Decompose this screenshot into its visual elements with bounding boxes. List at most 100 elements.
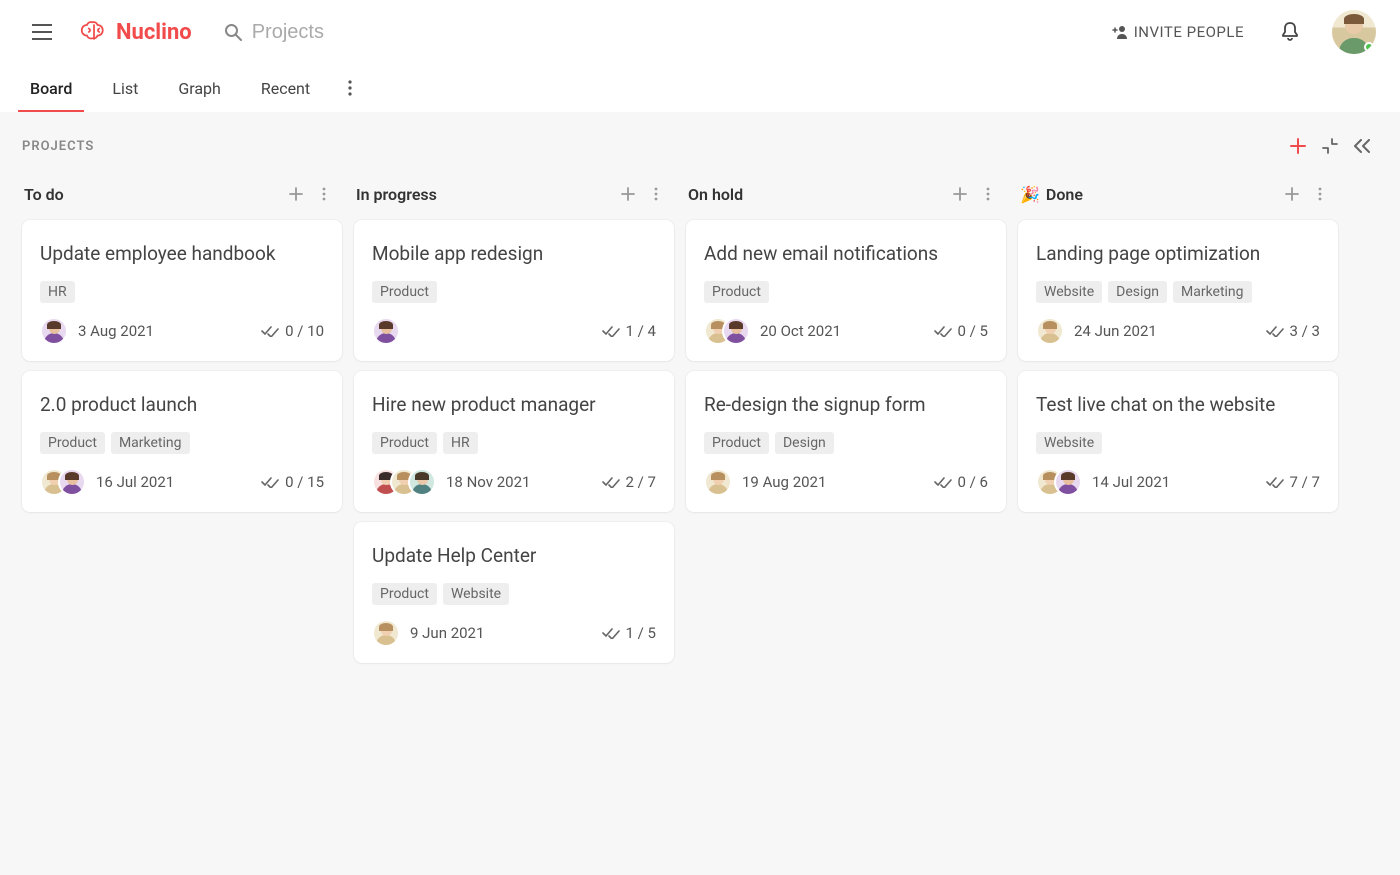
checklist-count: 0 / 15 [285, 473, 324, 491]
tab-graph[interactable]: Graph [172, 64, 227, 112]
checklist-count: 1 / 5 [626, 624, 657, 642]
tag: Product [372, 432, 437, 454]
app-header: Nuclino INVITE PEOPLE [0, 0, 1400, 64]
board-card[interactable]: Update Help CenterProductWebsite9 Jun 20… [354, 522, 674, 663]
card-tags: WebsiteDesignMarketing [1036, 281, 1320, 303]
column-add-button[interactable] [946, 180, 974, 208]
card-tags: Product HR [372, 432, 656, 454]
avatar [1054, 468, 1082, 496]
column-more-button[interactable] [642, 180, 670, 208]
card-title: Landing page optimization [1036, 242, 1320, 265]
card-footer: 19 Aug 20210 / 6 [704, 468, 988, 496]
column-add-button[interactable] [614, 180, 642, 208]
tab-list[interactable]: List [106, 64, 144, 112]
card-avatars [40, 317, 68, 345]
tag: HR [40, 281, 75, 303]
add-button[interactable] [1282, 130, 1314, 162]
board-column: On holdAdd new email notificationsProduc… [686, 174, 1006, 522]
board-card[interactable]: 2.0 product launchProductMarketing16 Jul… [22, 371, 342, 512]
tab-recent[interactable]: Recent [255, 64, 316, 112]
avatar [704, 468, 732, 496]
card-checklist: 1 / 4 [602, 322, 657, 340]
card-title: Test live chat on the website [1036, 393, 1320, 416]
menu-button[interactable] [24, 14, 60, 50]
avatar [408, 468, 436, 496]
card-tags: HR [40, 281, 324, 303]
checklist-count: 3 / 3 [1290, 322, 1321, 340]
column-more-button[interactable] [310, 180, 338, 208]
avatar [722, 317, 750, 345]
view-tabs: Board List Graph Recent [0, 64, 1400, 112]
collapse-fullscreen-button[interactable] [1314, 130, 1346, 162]
more-vertical-icon [348, 80, 352, 96]
avatar [40, 317, 68, 345]
checklist-icon [261, 325, 279, 337]
search-icon [224, 23, 242, 41]
card-tags: ProductDesign [704, 432, 988, 454]
tag: Marketing [1173, 281, 1252, 303]
card-date: 18 Nov 2021 [446, 473, 530, 491]
avatar [372, 619, 400, 647]
column-header: To do [22, 174, 342, 220]
notifications-button[interactable] [1270, 12, 1310, 52]
avatar [372, 317, 400, 345]
card-checklist: 2 / 7 [602, 473, 657, 491]
tag: Marketing [111, 432, 190, 454]
board-column: 🎉Done Landing page optimization WebsiteDes… [1018, 174, 1338, 522]
user-avatar[interactable] [1332, 10, 1376, 54]
tab-more-button[interactable] [344, 80, 356, 96]
card-tags: Product [704, 281, 988, 303]
brand-logo[interactable]: Nuclino [80, 20, 192, 45]
column-more-button[interactable] [974, 180, 1002, 208]
avatar [1036, 317, 1064, 345]
column-title: In progress [356, 185, 437, 204]
board-card[interactable]: Hire new product managerProductHR18 Nov … [354, 371, 674, 512]
column-header: 🎉Done [1018, 174, 1338, 220]
tag: Website [1036, 281, 1102, 303]
brand-name: Nuclino [116, 20, 192, 45]
checklist-count: 2 / 7 [626, 473, 657, 491]
card-avatars [1036, 317, 1064, 345]
avatar [58, 468, 86, 496]
board-card[interactable]: Mobile app redesignProduct1 / 4 [354, 220, 674, 361]
card-date: 9 Jun 2021 [410, 624, 484, 642]
search-input[interactable] [252, 21, 552, 44]
board-column: To do Update employee handbook HR 3 Aug 202… [22, 174, 342, 522]
invite-people-button[interactable]: INVITE PEOPLE [1100, 17, 1254, 47]
board-area: PROJECTS To doUpdate employee handbookHR… [0, 112, 1400, 875]
presence-indicator [1364, 42, 1374, 52]
checklist-count: 0 / 10 [285, 322, 324, 340]
column-title-label: In progress [356, 185, 437, 204]
column-more-button[interactable] [1306, 180, 1334, 208]
checklist-icon [602, 476, 620, 488]
card-avatars [40, 468, 86, 496]
card-title: Update employee handbook [40, 242, 324, 265]
board-card[interactable]: Re-design the signup form ProductDesign 19… [686, 371, 1006, 512]
tag: Product [704, 432, 769, 454]
card-date: 19 Aug 2021 [742, 473, 826, 491]
tab-board[interactable]: Board [24, 64, 78, 112]
card-avatars [372, 468, 436, 496]
board-card[interactable]: Landing page optimization WebsiteDesignMa… [1018, 220, 1338, 361]
card-title: Update Help Center [372, 544, 656, 567]
card-footer: 18 Nov 2021 2 / 7 [372, 468, 656, 496]
brain-icon [80, 21, 108, 43]
card-footer: 3 Aug 20210 / 10 [40, 317, 324, 345]
collapse-sidebar-button[interactable] [1346, 130, 1378, 162]
column-add-button[interactable] [1278, 180, 1306, 208]
plus-icon [953, 187, 967, 201]
card-title: Re-design the signup form [704, 393, 988, 416]
column-title: 🎉Done [1020, 185, 1083, 204]
board-card[interactable]: Add new email notificationsProduct20 Oct… [686, 220, 1006, 361]
plus-icon [621, 187, 635, 201]
search-field[interactable] [224, 21, 552, 44]
card-checklist: 3 / 3 [1266, 322, 1321, 340]
collapse-icon [1322, 138, 1338, 154]
column-header: On hold [686, 174, 1006, 220]
tag: HR [443, 432, 478, 454]
column-add-button[interactable] [282, 180, 310, 208]
board-card[interactable]: Update employee handbook HR 3 Aug 20210 / … [22, 220, 342, 361]
card-avatars [372, 619, 400, 647]
card-footer: 14 Jul 20217 / 7 [1036, 468, 1320, 496]
board-card[interactable]: Test live chat on the websiteWebsite14 J… [1018, 371, 1338, 512]
